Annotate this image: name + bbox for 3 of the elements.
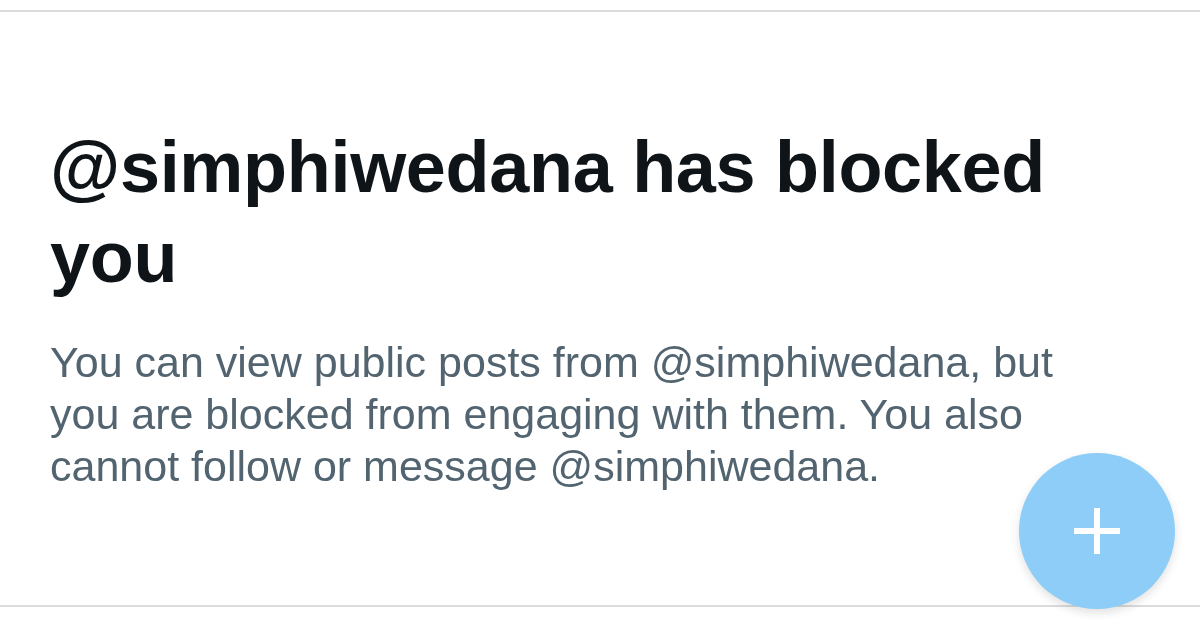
- blocked-message: You can view public posts from @simphiwedana, but you are blocked from engaging with them. You also cannot follow or message @simphiwedana.: [50, 337, 1054, 492]
- blocked-heading: @simphiwedana has blocked you: [50, 126, 1046, 299]
- plus-icon: [1074, 508, 1120, 554]
